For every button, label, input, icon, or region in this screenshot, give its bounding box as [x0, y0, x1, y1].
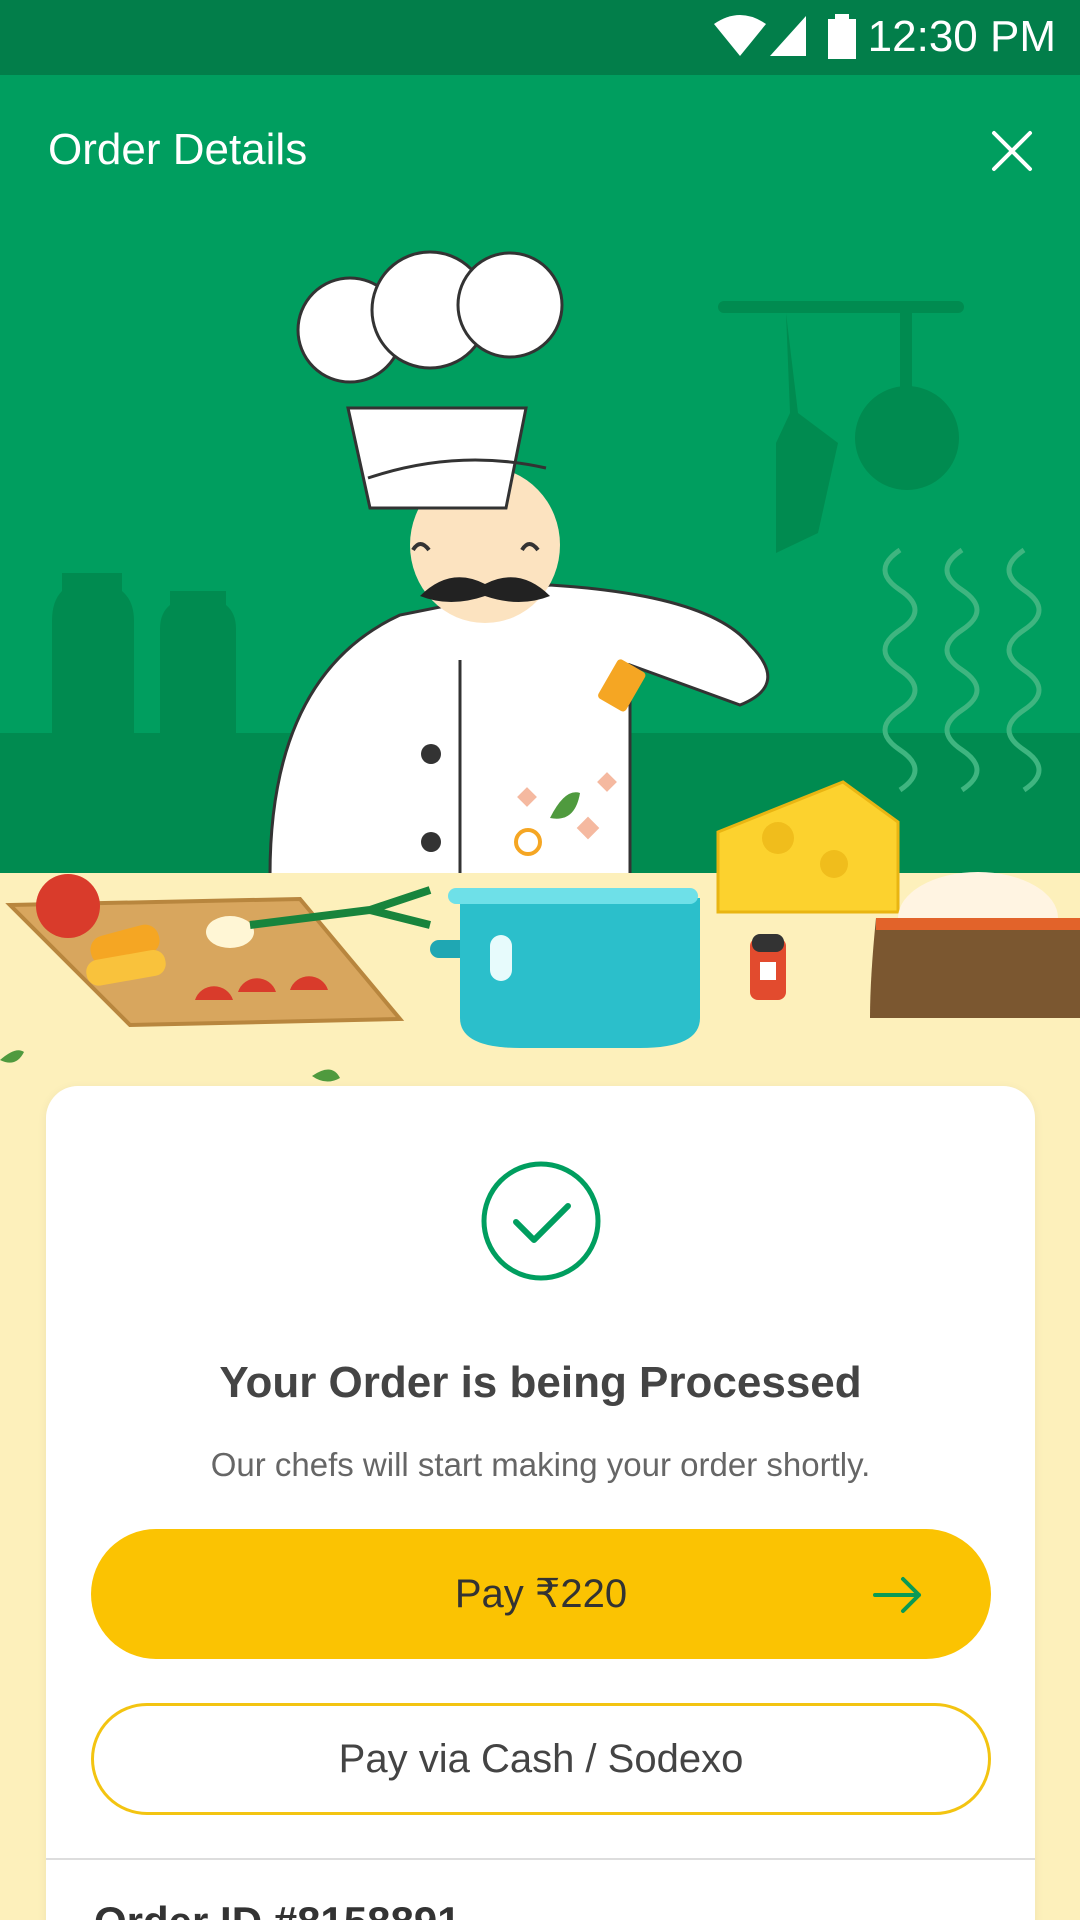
app-bar: Order Details: [0, 75, 1080, 225]
arrow-right-icon: [873, 1577, 921, 1613]
signal-icon: [770, 16, 806, 56]
wifi-icon: [714, 15, 766, 56]
pay-button[interactable]: Pay ₹220: [91, 1529, 991, 1659]
close-icon[interactable]: [988, 127, 1036, 175]
page-title: Order Details: [48, 125, 308, 174]
order-status-subtext: Our chefs will start making your order s…: [210, 1446, 871, 1483]
order-status-heading: Your Order is being Processed: [219, 1358, 862, 1407]
check-circle-icon: [481, 1161, 601, 1281]
order-id: Order ID #8158891: [94, 1898, 461, 1920]
battery-icon: [828, 14, 856, 59]
pay-cash-sodexo-label: Pay via Cash / Sodexo: [338, 1737, 744, 1781]
divider: [46, 1858, 1035, 1860]
status-bar: 12:30 PM: [0, 0, 1080, 75]
chef-illustration: [0, 75, 1080, 1090]
order-status-card: Your Order is being Processed Our chefs …: [46, 1086, 1035, 1920]
pay-cash-sodexo-button[interactable]: Pay via Cash / Sodexo: [91, 1703, 991, 1815]
status-time: 12:30 PM: [867, 12, 1056, 61]
pay-button-label: Pay ₹220: [454, 1572, 628, 1616]
